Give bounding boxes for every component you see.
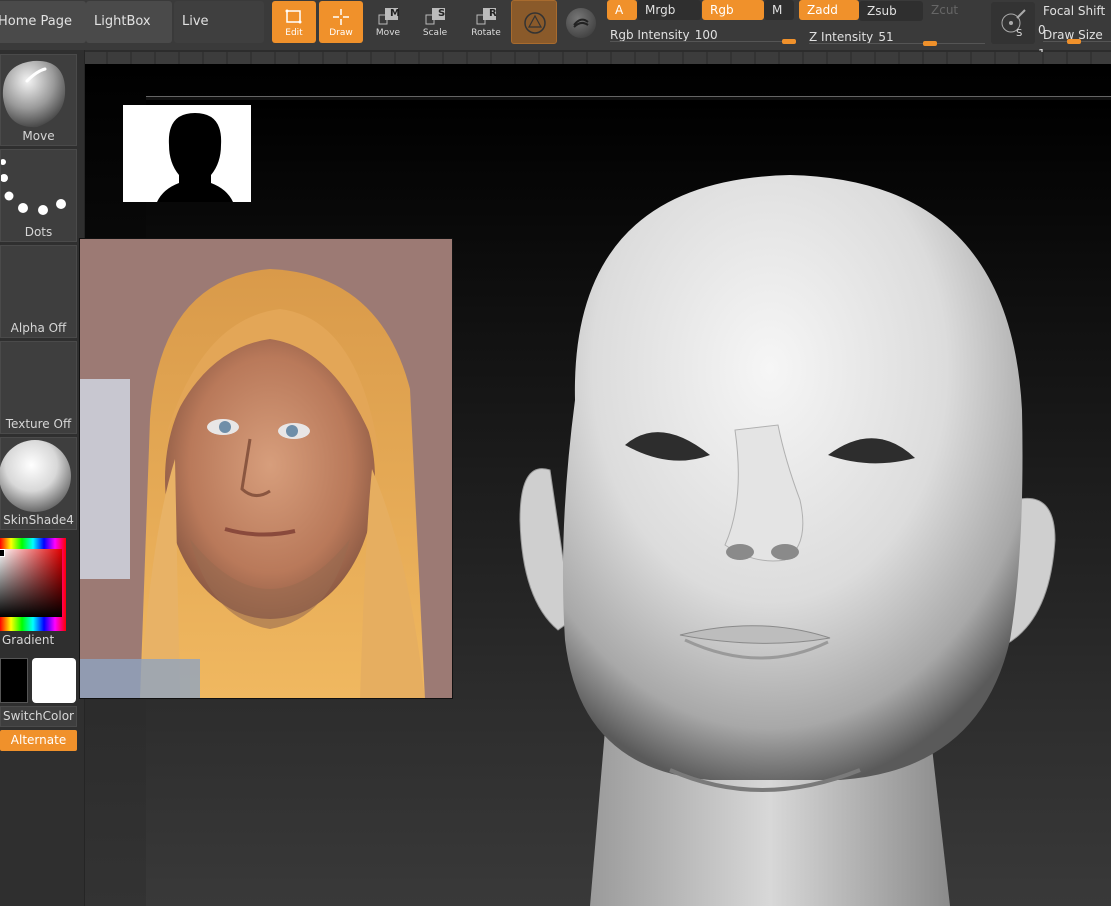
draw-size-knob[interactable] — [1067, 39, 1081, 44]
mrgb-toggle[interactable]: Mrgb — [637, 0, 701, 20]
edit-label: Edit — [285, 28, 303, 38]
sculpt-head-model[interactable] — [510, 170, 1070, 906]
material-selector[interactable]: SkinShade4 — [0, 437, 77, 530]
home-page-button[interactable]: Home Page — [0, 1, 86, 43]
reference-photo[interactable] — [79, 238, 453, 699]
brush-label: Move — [22, 129, 55, 143]
canvas-ruler — [84, 52, 1111, 64]
head-silhouette-icon — [157, 113, 233, 202]
color-picker-cursor[interactable] — [0, 549, 5, 557]
rgb-label: Rgb — [710, 3, 734, 17]
rotate-tool-button[interactable]: R Rotate — [464, 1, 508, 43]
stroke-selector[interactable]: Dots — [0, 149, 77, 242]
texture-selector[interactable]: Texture Off — [0, 341, 77, 434]
rotate-key-label: R — [489, 8, 497, 19]
zsub-label: Zsub — [867, 4, 897, 18]
lightbox-label: LightBox — [94, 14, 151, 29]
move-tool-label: Move — [375, 28, 401, 38]
rgb-intensity-value: 100 — [694, 28, 718, 42]
m-toggle[interactable]: M — [764, 0, 794, 20]
move-key-label: M — [390, 8, 400, 19]
material-sphere-icon — [0, 440, 71, 512]
a-toggle[interactable]: A — [607, 0, 637, 20]
z-intensity-value: 51 — [878, 30, 894, 44]
a-label: A — [615, 3, 624, 17]
dots-stroke-icon — [1, 159, 66, 215]
color-picker[interactable]: Gradient — [0, 535, 77, 647]
material-label: SkinShade4 — [3, 513, 74, 527]
m-label: M — [772, 3, 783, 17]
switch-color-button[interactable]: SwitchColor — [0, 706, 77, 727]
focal-shift-label: Focal Shift — [1043, 4, 1106, 18]
zadd-toggle[interactable]: Zadd — [799, 0, 859, 20]
rgb-intensity-track — [610, 41, 796, 42]
scale-tool-label: Scale — [422, 28, 448, 38]
z-intensity-label: Z Intensity — [809, 30, 874, 44]
move-tool-button[interactable]: M Move — [366, 1, 410, 43]
rgb-intensity-label: Rgb Intensity — [610, 28, 690, 42]
draw-label: Draw — [329, 28, 353, 38]
draw-size-slider[interactable]: Draw Size 1 — [1038, 24, 1111, 61]
gradient-label: Gradient — [2, 633, 55, 647]
move-brush-icon — [2, 60, 66, 128]
alternate-button[interactable]: Alternate — [0, 730, 77, 751]
left-tray: Move Dots Alpha Off Texture Off SkinShad… — [0, 50, 85, 906]
alpha-selector[interactable]: Alpha Off — [0, 245, 77, 338]
rgb-toggle[interactable]: Rgb — [702, 0, 764, 20]
z-intensity-track — [809, 43, 985, 44]
lazy-mouse-icon: S — [1001, 9, 1026, 38]
lazy-mouse-button[interactable]: S — [991, 2, 1035, 44]
secondary-color-swatch[interactable] — [32, 658, 76, 703]
live-boolean-button[interactable]: Live Boolean — [174, 1, 264, 71]
top-toolbar: Home Page LightBox Live Boolean Edit Dra… — [0, 0, 1111, 71]
alternate-label: Alternate — [10, 733, 67, 747]
focal-shift-slider[interactable]: Focal Shift 0 — [1038, 0, 1111, 37]
edit-button[interactable]: Edit — [272, 1, 316, 43]
portrait-image — [80, 239, 452, 698]
stroke-label: Dots — [24, 225, 53, 239]
alpha-label: Alpha Off — [10, 321, 67, 335]
home-page-label: Home Page — [0, 14, 72, 29]
reference-thumbnail[interactable] — [123, 105, 251, 202]
texture-label: Texture Off — [5, 417, 72, 431]
rgb-intensity-knob[interactable] — [782, 39, 796, 44]
zcut-toggle[interactable]: Zcut — [923, 0, 987, 20]
saturation-square[interactable] — [0, 549, 62, 617]
brush-selector[interactable]: Move — [0, 54, 77, 146]
main-color-swatch[interactable] — [0, 658, 28, 703]
gizmo-icon — [524, 12, 546, 34]
mrgb-label: Mrgb — [645, 3, 676, 17]
z-intensity-knob[interactable] — [923, 41, 937, 46]
draw-icon — [333, 9, 349, 25]
scale-key-label: S — [438, 8, 446, 19]
zcut-label: Zcut — [931, 3, 959, 17]
rgb-intensity-slider[interactable]: Rgb Intensity 100 — [610, 24, 796, 46]
zsub-toggle[interactable]: Zsub — [859, 1, 923, 21]
edit-icon — [285, 9, 302, 24]
zadd-label: Zadd — [807, 3, 838, 17]
switch-color-label: SwitchColor — [2, 709, 74, 723]
z-intensity-slider[interactable]: Z Intensity 51 — [809, 26, 985, 48]
lightbox-button[interactable]: LightBox — [86, 1, 172, 43]
svg-text:S: S — [1016, 28, 1022, 38]
gizmo-button[interactable] — [511, 0, 557, 44]
draw-button[interactable]: Draw — [319, 1, 363, 43]
scale-tool-button[interactable]: S Scale — [413, 1, 457, 43]
sphere-mode-icon[interactable] — [566, 8, 596, 38]
rotate-tool-label: Rotate — [471, 28, 501, 38]
